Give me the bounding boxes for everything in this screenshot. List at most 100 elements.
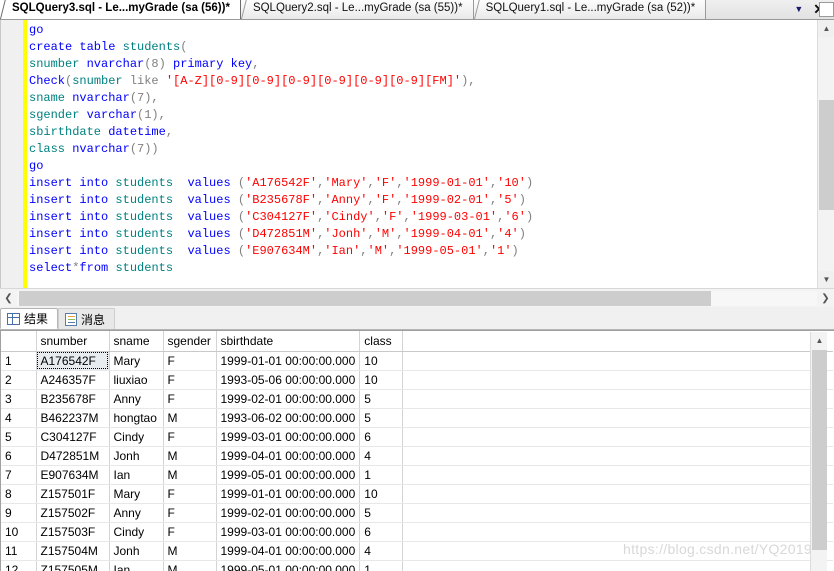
editor-vertical-scrollbar[interactable]: ▲ ▼	[817, 2, 834, 288]
cell-sgender[interactable]: F	[163, 351, 217, 371]
cell-class[interactable]: 4	[359, 446, 404, 466]
cell-sgender[interactable]: M	[163, 541, 217, 561]
cell-snumber[interactable]: A176542F	[36, 351, 110, 371]
row-number[interactable]: 3	[1, 389, 37, 409]
row-number[interactable]: 7	[1, 465, 37, 485]
cell-snumber[interactable]: B235678F	[36, 389, 110, 409]
scroll-right-icon[interactable]: ❯	[817, 290, 834, 307]
cell-sbirthdate[interactable]: 1999-03-01 00:00:00.000	[216, 427, 361, 447]
cell-sbirthdate[interactable]: 1999-01-01 00:00:00.000	[216, 351, 361, 371]
cell-sgender[interactable]: F	[163, 522, 217, 542]
cell-sname[interactable]: Ian	[109, 465, 164, 485]
cell-class[interactable]: 5	[359, 408, 404, 428]
tab-results[interactable]: 结果	[0, 308, 59, 329]
row-number[interactable]: 9	[1, 503, 37, 523]
table-row[interactable]: 5 C304127F Cindy F 1999-03-01 00:00:00.000 6	[1, 427, 833, 447]
cell-class[interactable]: 1	[359, 465, 404, 485]
cell-class[interactable]: 1	[359, 560, 404, 571]
editor-tab-3[interactable]: SQLQuery1.sql - Le...myGrade (sa (52))*	[473, 0, 707, 19]
cell-snumber[interactable]: B462237M	[36, 408, 110, 428]
table-row[interactable]: 4 B462237M hongtao M 1993-06-02 00:00:00.000…	[1, 408, 833, 428]
cell-sgender[interactable]: M	[163, 465, 217, 485]
hscroll-track[interactable]	[17, 290, 817, 306]
sql-editor[interactable]: go create table students(snumber nvarchar…	[0, 2, 834, 288]
cell-snumber[interactable]: E907634M	[36, 465, 110, 485]
cell-snumber[interactable]: Z157503F	[36, 522, 110, 542]
cell-snumber[interactable]: Z157504M	[36, 541, 110, 561]
row-number[interactable]: 4	[1, 408, 37, 428]
editor-tab-2[interactable]: SQLQuery2.sql - Le...myGrade (sa (55))*	[240, 0, 474, 19]
cell-sbirthdate[interactable]: 1993-05-06 00:00:00.000	[216, 370, 361, 390]
cell-class[interactable]: 10	[359, 484, 404, 504]
cell-snumber[interactable]: D472851M	[36, 446, 110, 466]
cell-sname[interactable]: Mary	[109, 484, 164, 504]
cell-sgender[interactable]: M	[163, 560, 217, 571]
grid-vertical-scrollbar[interactable]: ▲	[810, 332, 827, 571]
cell-sname[interactable]: Cindy	[109, 427, 164, 447]
table-row[interactable]: 12 Z157505M Ian M 1999-05-01 00:00:00.000 1	[1, 560, 833, 571]
cell-sgender[interactable]: F	[163, 484, 217, 504]
cell-sgender[interactable]: F	[163, 503, 217, 523]
cell-sname[interactable]: Anny	[109, 389, 164, 409]
cell-sgender[interactable]: M	[163, 408, 217, 428]
row-number[interactable]: 8	[1, 484, 37, 504]
cell-snumber[interactable]: Z157502F	[36, 503, 110, 523]
cell-class[interactable]: 4	[359, 541, 404, 561]
chevron-down-icon[interactable]: ▼	[794, 4, 803, 14]
grid-scroll-up-icon[interactable]: ▲	[811, 332, 828, 349]
table-row[interactable]: 1 A176542F Mary F 1999-01-01 00:00:00.000 10	[1, 351, 833, 371]
column-header-class[interactable]: class	[359, 331, 404, 352]
table-row[interactable]: 10 Z157503F Cindy F 1999-03-01 00:00:00.000 6	[1, 522, 833, 542]
scroll-down-icon[interactable]: ▼	[818, 271, 834, 288]
results-grid[interactable]: snumber sname sgender sbirthdate class 1 A176…	[0, 330, 834, 571]
cell-snumber[interactable]: Z157505M	[36, 560, 110, 571]
cell-sname[interactable]: liuxiao	[109, 370, 164, 390]
cell-snumber[interactable]: Z157501F	[36, 484, 110, 504]
cell-snumber[interactable]: C304127F	[36, 427, 110, 447]
row-number[interactable]: 2	[1, 370, 37, 390]
cell-class[interactable]: 10	[359, 370, 404, 390]
cell-sbirthdate[interactable]: 1999-01-01 00:00:00.000	[216, 484, 361, 504]
cell-class[interactable]: 6	[359, 427, 404, 447]
sql-code-text[interactable]: go create table students(snumber nvarchar…	[29, 20, 816, 288]
row-number[interactable]: 12	[1, 560, 37, 571]
cell-sname[interactable]: hongtao	[109, 408, 164, 428]
cell-class[interactable]: 10	[359, 351, 404, 371]
cell-sbirthdate[interactable]: 1999-05-01 00:00:00.000	[216, 465, 361, 485]
cell-class[interactable]: 5	[359, 389, 404, 409]
cell-sname[interactable]: Mary	[109, 351, 164, 371]
table-row[interactable]: 7 E907634M Ian M 1999-05-01 00:00:00.000 1	[1, 465, 833, 485]
editor-tab-1[interactable]: SQLQuery3.sql - Le...myGrade (sa (56))*	[0, 0, 241, 19]
tab-messages[interactable]: 消息	[58, 308, 116, 329]
cell-sbirthdate[interactable]: 1999-04-01 00:00:00.000	[216, 541, 361, 561]
row-number[interactable]: 6	[1, 446, 37, 466]
cell-sbirthdate[interactable]: 1999-03-01 00:00:00.000	[216, 522, 361, 542]
cell-sname[interactable]: Jonh	[109, 541, 164, 561]
editor-horizontal-scrollbar[interactable]: ❮ ❯	[0, 288, 834, 307]
cell-sbirthdate[interactable]: 1999-04-01 00:00:00.000	[216, 446, 361, 466]
cell-sgender[interactable]: F	[163, 389, 217, 409]
cell-sgender[interactable]: F	[163, 427, 217, 447]
row-number[interactable]: 1	[1, 351, 37, 371]
cell-class[interactable]: 5	[359, 503, 404, 523]
cell-sgender[interactable]: F	[163, 370, 217, 390]
scroll-left-icon[interactable]: ❮	[0, 290, 17, 307]
column-header-sgender[interactable]: sgender	[163, 331, 217, 352]
cell-snumber[interactable]: A246357F	[36, 370, 110, 390]
cell-sgender[interactable]: M	[163, 446, 217, 466]
cell-sbirthdate[interactable]: 1993-06-02 00:00:00.000	[216, 408, 361, 428]
cell-sname[interactable]: Anny	[109, 503, 164, 523]
cell-sbirthdate[interactable]: 1999-05-01 00:00:00.000	[216, 560, 361, 571]
table-row[interactable]: 11 Z157504M Jonh M 1999-04-01 00:00:00.000 4	[1, 541, 833, 561]
column-header-snumber[interactable]: snumber	[36, 331, 110, 352]
column-header-sname[interactable]: sname	[109, 331, 164, 352]
scrollbar-thumb[interactable]	[819, 100, 834, 210]
row-number[interactable]: 11	[1, 541, 37, 561]
cell-sname[interactable]: Jonh	[109, 446, 164, 466]
column-header-sbirthdate[interactable]: sbirthdate	[216, 331, 361, 352]
table-row[interactable]: 9 Z157502F Anny F 1999-02-01 00:00:00.000 5	[1, 503, 833, 523]
table-row[interactable]: 6 D472851M Jonh M 1999-04-01 00:00:00.000 4	[1, 446, 833, 466]
row-number[interactable]: 10	[1, 522, 37, 542]
cell-sname[interactable]: Ian	[109, 560, 164, 571]
cell-sname[interactable]: Cindy	[109, 522, 164, 542]
